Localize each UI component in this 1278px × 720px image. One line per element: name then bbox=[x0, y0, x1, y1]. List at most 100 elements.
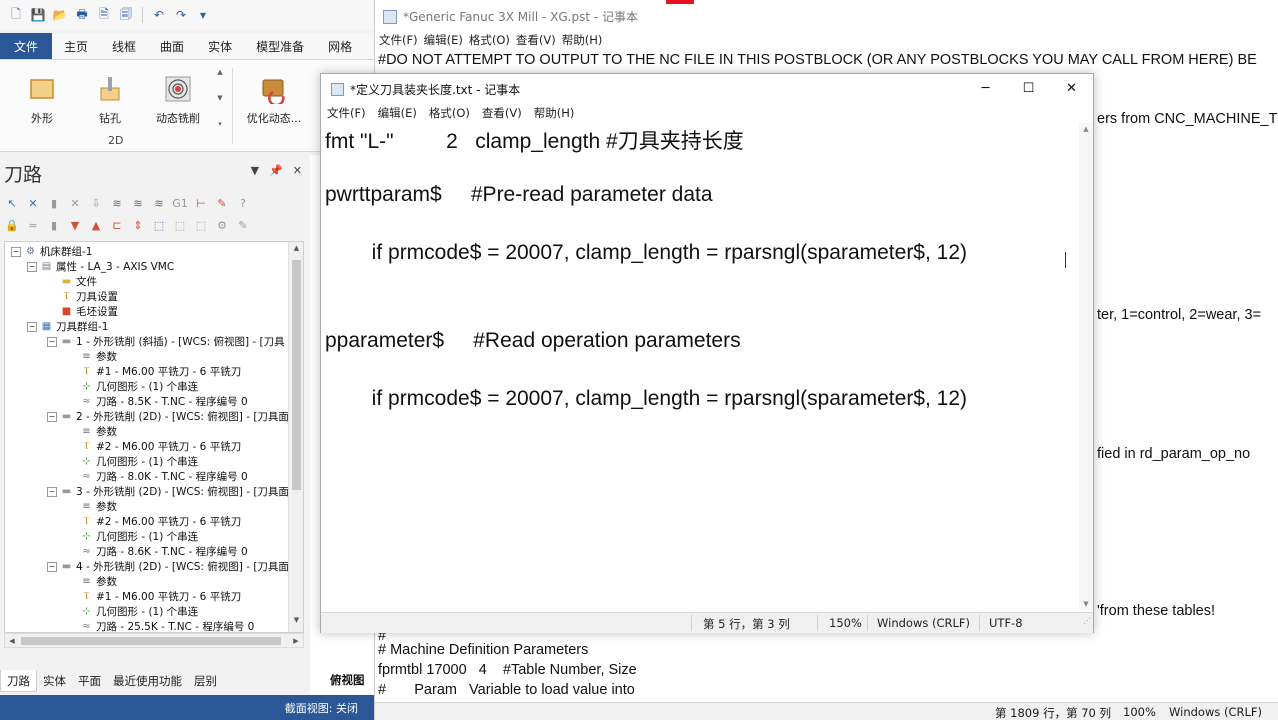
tree-expander-icon[interactable]: − bbox=[27, 261, 37, 272]
tree-item[interactable]: ≡ 参数 bbox=[67, 574, 117, 589]
menu-edit[interactable]: 编辑(E) bbox=[424, 32, 469, 50]
dynamic-mill-button[interactable]: 动态铣削 bbox=[148, 68, 208, 128]
section-view-status[interactable]: 截面视图: 关闭 bbox=[285, 700, 358, 716]
hscroll-thumb[interactable] bbox=[21, 637, 281, 645]
menu-format[interactable]: 格式(O) bbox=[429, 103, 482, 123]
tree-item[interactable]: − ▬ 1 - 外形铣削 (斜插) - [WCS: 俯视图] - [刀具 bbox=[47, 334, 285, 349]
tree-item[interactable]: Ⲧ #2 - M6.00 平铣刀 - 6 平铣刀 bbox=[67, 439, 241, 454]
post-icon[interactable]: ⊢ bbox=[193, 195, 209, 211]
tree-item[interactable]: − ▬ 4 - 外形铣削 (2D) - [WCS: 俯视图] - [刀具面 bbox=[47, 559, 289, 574]
tab-model-prep[interactable]: 模型准备 bbox=[244, 33, 316, 59]
ribbon-scroll[interactable]: ▲ ▼ ▾ bbox=[214, 68, 226, 128]
tab-toolpaths[interactable]: 刀路 bbox=[0, 670, 37, 692]
menu-file[interactable]: 文件(F) bbox=[327, 103, 378, 123]
tree-expander-icon[interactable]: − bbox=[47, 411, 57, 422]
tree-vertical-scrollbar[interactable]: ▲ ▼ bbox=[288, 242, 303, 632]
menu-file[interactable]: 文件(F) bbox=[379, 32, 424, 50]
tree-item[interactable]: − ▬ 3 - 外形铣削 (2D) - [WCS: 俯视图] - [刀具面 bbox=[47, 484, 289, 499]
tab-planes[interactable]: 平面 bbox=[72, 670, 107, 692]
filter-icon[interactable]: ⬚ bbox=[151, 217, 167, 233]
minimize-icon[interactable]: ─ bbox=[964, 74, 1007, 103]
verify-icon[interactable]: ≋ bbox=[130, 195, 146, 211]
scroll-thumb[interactable] bbox=[292, 260, 301, 490]
options-icon[interactable]: ⬚ bbox=[193, 217, 209, 233]
settings-icon[interactable]: ⚙ bbox=[214, 217, 230, 233]
edit-tool-icon[interactable]: ✎ bbox=[235, 217, 251, 233]
backplot-icon[interactable]: ≋ bbox=[109, 195, 125, 211]
scroll-right-icon[interactable]: ▶ bbox=[289, 634, 303, 648]
tree-expander-icon[interactable]: − bbox=[11, 246, 21, 257]
tab-home[interactable]: 主页 bbox=[52, 33, 100, 59]
menu-help[interactable]: 帮助(H) bbox=[534, 103, 587, 123]
tree-expander-icon[interactable]: − bbox=[47, 486, 57, 497]
move-down-icon[interactable]: ▼ bbox=[67, 217, 83, 233]
toggle-post-icon[interactable]: ▮ bbox=[46, 217, 62, 233]
tab-solids-manager[interactable]: 实体 bbox=[37, 670, 72, 692]
tree-item[interactable]: − ▦ 刀具群组-1 bbox=[27, 319, 108, 334]
tree-item[interactable]: ≈ 刀路 - 8.6K - T.NC - 程序编号 0 bbox=[67, 544, 247, 559]
edit-icon[interactable]: ✎ bbox=[214, 195, 230, 211]
panel-close-icon[interactable]: ✕ bbox=[293, 164, 302, 177]
scroll-down-icon[interactable]: ▼ bbox=[289, 616, 303, 630]
tree-item[interactable]: − ▤ 属性 - LA_3 - AXIS VMC bbox=[27, 259, 174, 274]
select-all-icon[interactable]: ↖ bbox=[4, 195, 20, 211]
tree-item[interactable]: Ⲧ 刀具设置 bbox=[47, 289, 118, 304]
scroll-down-icon[interactable]: ▼ bbox=[1079, 600, 1093, 608]
print-icon[interactable]: 🖶 bbox=[74, 7, 90, 23]
panel-dropdown-icon[interactable]: ▼ bbox=[251, 164, 259, 177]
menu-view[interactable]: 查看(V) bbox=[516, 32, 562, 50]
tree-item[interactable]: ≈ 刀路 - 8.0K - T.NC - 程序编号 0 bbox=[67, 469, 247, 484]
customize-qat-icon[interactable]: ▾ bbox=[195, 7, 211, 23]
post-g1-icon[interactable]: G1 bbox=[172, 195, 188, 211]
tree-item[interactable]: ≈ 刀路 - 25.5K - T.NC - 程序编号 0 bbox=[67, 619, 254, 632]
move-up-icon[interactable]: ▲ bbox=[88, 217, 104, 233]
lock-icon[interactable]: 🔒 bbox=[4, 217, 20, 233]
menu-format[interactable]: 格式(O) bbox=[469, 32, 516, 50]
tree-expander-icon[interactable]: − bbox=[27, 321, 37, 332]
pin-icon[interactable]: 📌 bbox=[269, 164, 283, 177]
tab-recent-functions[interactable]: 最近使用功能 bbox=[107, 670, 188, 692]
tree-expander-icon[interactable]: − bbox=[47, 561, 57, 572]
new-file-icon[interactable]: 🗋 bbox=[8, 7, 24, 23]
tree-horizontal-scrollbar[interactable]: ◀ ▶ bbox=[4, 633, 304, 648]
scroll-up-icon[interactable]: ▲ bbox=[289, 244, 303, 258]
tree-item[interactable]: ▬ 文件 bbox=[47, 274, 97, 289]
tree-item[interactable]: ⊹ 几何图形 - (1) 个串连 bbox=[67, 529, 198, 544]
tab-solids[interactable]: 实体 bbox=[196, 33, 244, 59]
deselect-icon[interactable]: ✕ bbox=[25, 195, 41, 211]
undo-icon[interactable]: ↶ bbox=[151, 7, 167, 23]
menu-edit[interactable]: 编辑(E) bbox=[378, 103, 429, 123]
tree-item[interactable]: − ▬ 2 - 外形铣削 (2D) - [WCS: 俯视图] - [刀具面 bbox=[47, 409, 289, 424]
tree-item[interactable]: Ⲧ #1 - M6.00 平铣刀 - 6 平铣刀 bbox=[67, 364, 241, 379]
help-icon[interactable]: ? bbox=[235, 195, 251, 211]
tab-levels[interactable]: 层别 bbox=[188, 670, 223, 692]
simulate-icon[interactable]: ≋ bbox=[151, 195, 167, 211]
redo-icon[interactable]: ↷ bbox=[173, 7, 189, 23]
tree-item[interactable]: ≈ 刀路 - 8.5K - T.NC - 程序编号 0 bbox=[67, 394, 247, 409]
editor-scrollbar[interactable]: ▲ ▼ bbox=[1079, 123, 1093, 610]
menu-help[interactable]: 帮助(H) bbox=[562, 32, 609, 50]
tree-item[interactable]: Ⲧ #2 - M6.00 平铣刀 - 6 平铣刀 bbox=[67, 514, 241, 529]
regen-dirty-icon[interactable]: ✕ bbox=[67, 195, 83, 211]
scroll-left-icon[interactable]: ◀ bbox=[5, 634, 19, 648]
tab-wireframe[interactable]: 线框 bbox=[100, 33, 148, 59]
tab-file[interactable]: 文件 bbox=[0, 33, 53, 59]
tree-expander-icon[interactable]: − bbox=[47, 336, 57, 347]
regen-icon[interactable]: ▮ bbox=[46, 195, 62, 211]
tree-item[interactable]: ≡ 参数 bbox=[67, 424, 117, 439]
contour-button[interactable]: 外形 bbox=[12, 68, 72, 128]
close-icon[interactable]: ✕ bbox=[1050, 74, 1093, 103]
tree-item[interactable]: ⊹ 几何图形 - (1) 个串连 bbox=[67, 454, 198, 469]
tree-item[interactable]: ⊹ 几何图形 - (1) 个串连 bbox=[67, 379, 198, 394]
open-folder-icon[interactable]: 📂 bbox=[52, 7, 68, 23]
text-editor[interactable]: fmt "L-" 2 clamp_length #刀具夹持长度 pwrttpar… bbox=[321, 123, 1079, 610]
resize-grip-icon[interactable]: ⋰ bbox=[1083, 616, 1091, 631]
copy-icon[interactable]: ⬚ bbox=[172, 217, 188, 233]
maximize-icon[interactable]: ☐ bbox=[1007, 74, 1050, 103]
tree-item[interactable]: Ⲧ #1 - M6.00 平铣刀 - 6 平铣刀 bbox=[67, 589, 241, 604]
save-as-icon[interactable]: 🗎 bbox=[96, 7, 112, 23]
move-icon[interactable]: ⇩ bbox=[88, 195, 104, 211]
optimize-dynamic-button[interactable]: 优化动态... bbox=[244, 68, 304, 128]
tree-item[interactable]: ≡ 参数 bbox=[67, 499, 117, 514]
insert-arrow-icon[interactable]: ⊏ bbox=[109, 217, 125, 233]
